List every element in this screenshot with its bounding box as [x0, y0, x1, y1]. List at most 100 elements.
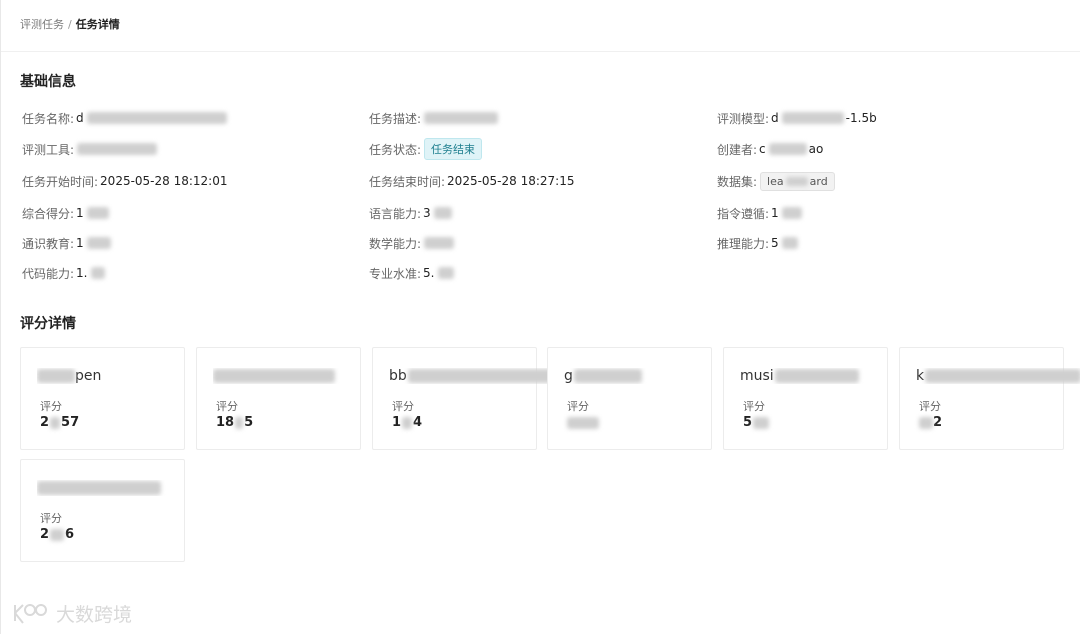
redacted-text [213, 369, 335, 383]
score-prefix: 2 [40, 415, 50, 430]
field-task-name: 任务名称: d [22, 108, 227, 128]
redacted-text [768, 143, 807, 155]
redacted-text [437, 267, 454, 279]
score-details-title: 评分详情 [20, 316, 76, 332]
start-time-label: 任务开始时间: [22, 174, 99, 189]
score-label: 评分 [216, 400, 238, 413]
score-card-list: pen 评分 2 57 评分 18 5 bb 评分 14 g 评分 musi 评分 … [1, 0, 1080, 634]
score-card-title-text: pen [75, 368, 102, 384]
breadcrumb: 评测任务 / 任务详情 [20, 16, 120, 32]
redacted-text [424, 112, 499, 124]
field-general-knowledge: 通识教育: 1 [22, 233, 111, 253]
redacted-text [919, 416, 933, 429]
score-card[interactable]: musi 评分 5 [723, 347, 888, 450]
redacted-text [402, 416, 413, 429]
general-knowledge-label: 通识教育: [22, 236, 75, 251]
score-suffix: 57 [61, 415, 80, 430]
score-suffix: 2 [933, 415, 943, 430]
watermark-text: 大数跨境 [56, 604, 133, 626]
dataset-label: 数据集: [717, 174, 758, 189]
score-card-title [213, 368, 393, 384]
score-suffix: 4 [413, 415, 423, 430]
score-card-title-text: musi [740, 368, 774, 384]
score-card[interactable]: g 评分 [547, 347, 712, 450]
dataset-suffix: ard [809, 174, 828, 188]
score-card-title-text: k [916, 368, 925, 384]
score-label: 评分 [743, 400, 765, 413]
score-card[interactable]: bb 评分 14 [372, 347, 556, 450]
end-time-value: 2025-05-28 18:27:15 [447, 174, 575, 188]
score-card-title: g [564, 368, 744, 384]
coding-label: 代码能力: [22, 266, 75, 281]
score-label: 评分 [567, 400, 589, 413]
redacted-text [37, 369, 75, 383]
score-value [567, 415, 599, 430]
field-creator: 创建者: c ao [717, 139, 823, 159]
task-status-badge: 任务结束 [424, 138, 483, 160]
field-task-desc: 任务描述: [369, 108, 499, 128]
reasoning-label: 推理能力: [717, 236, 770, 251]
field-eval-model: 评测模型: d -1.5b [717, 108, 877, 128]
reasoning-value: 5 [771, 236, 779, 250]
overall-score-value: 1 [76, 206, 84, 220]
task-desc-label: 任务描述: [369, 111, 422, 126]
basic-info-title: 基础信息 [20, 74, 76, 90]
eval-tool-label: 评测工具: [22, 142, 75, 157]
score-card[interactable]: pen 评分 2 57 [20, 347, 185, 450]
score-card-title [37, 480, 217, 496]
instruction-value: 1 [771, 206, 779, 220]
score-label: 评分 [392, 400, 414, 413]
eval-model-suffix: -1.5b [845, 111, 877, 125]
professional-value: 5. [423, 266, 435, 280]
creator-value: c [759, 142, 766, 156]
coding-value: 1. [76, 266, 88, 280]
redacted-text [781, 237, 798, 249]
header-divider [1, 51, 1080, 52]
redacted-text [50, 416, 61, 429]
score-prefix: 2 [40, 527, 50, 542]
field-coding: 代码能力: 1. [22, 263, 105, 283]
breadcrumb-parent-link[interactable]: 评测任务 [20, 18, 64, 31]
score-label: 评分 [40, 512, 62, 525]
redacted-text [781, 112, 844, 124]
redacted-text [753, 416, 770, 429]
score-card-title-text: g [564, 368, 573, 384]
score-value: 5 [743, 415, 770, 430]
watermark-logo-icon [14, 603, 47, 624]
score-value: 14 [392, 415, 422, 430]
field-end-time: 任务结束时间: 2025-05-28 18:27:15 [369, 171, 575, 191]
redacted-text [785, 177, 808, 186]
redacted-text [781, 207, 802, 219]
field-professional: 专业水准: 5. [369, 263, 454, 283]
redacted-text [90, 267, 105, 279]
field-math: 数学能力: [369, 233, 455, 253]
field-instruction: 指令遵循: 1 [717, 203, 802, 223]
redacted-text [77, 143, 158, 155]
score-value: 2 [919, 415, 942, 430]
math-label: 数学能力: [369, 236, 422, 251]
start-time-value: 2025-05-28 18:12:01 [100, 174, 228, 188]
redacted-text [37, 481, 161, 495]
score-value: 26 [40, 527, 74, 542]
score-suffix: 5 [244, 415, 254, 430]
score-prefix: 5 [743, 415, 753, 430]
redacted-text [573, 369, 642, 383]
task-name-value: d [76, 111, 84, 125]
score-label: 评分 [40, 400, 62, 413]
field-reasoning: 推理能力: 5 [717, 233, 798, 253]
redacted-text [235, 416, 244, 429]
watermark: 大数跨境 [11, 600, 132, 627]
dataset-value: lea [767, 174, 784, 188]
breadcrumb-separator: / [68, 18, 72, 31]
score-card[interactable]: k 评分 2 [899, 347, 1080, 450]
score-card-title: k [916, 368, 1080, 384]
redacted-text [407, 369, 556, 383]
redacted-text [433, 207, 452, 219]
score-label: 评分 [919, 400, 941, 413]
field-task-status: 任务状态: 任务结束 [369, 138, 483, 160]
creator-label: 创建者: [717, 142, 758, 157]
score-card[interactable]: 评分 26 [20, 459, 185, 562]
field-language: 语言能力: 3 [369, 203, 452, 223]
score-card[interactable]: 评分 18 5 [196, 347, 361, 450]
task-detail-page: 评测任务 / 任务详情 基础信息 任务名称: d 任务描述: 评测模型: d -1.… [0, 0, 1080, 634]
